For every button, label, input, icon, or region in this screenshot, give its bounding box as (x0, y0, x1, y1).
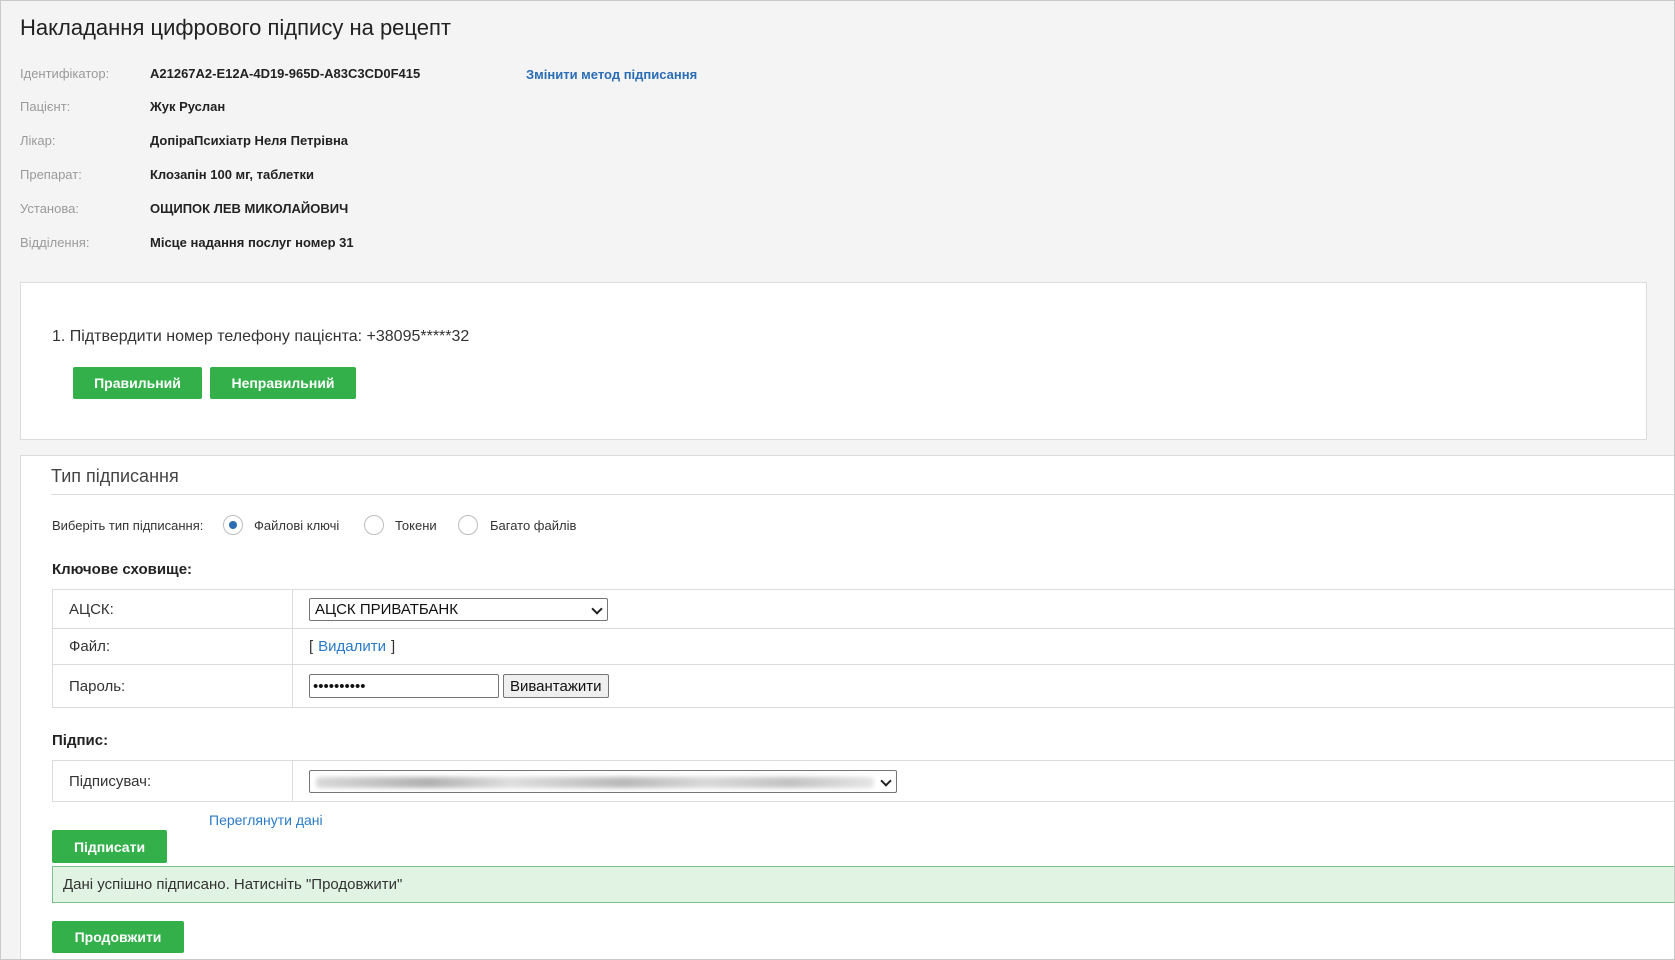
info-value: ОЩИПОК ЛЕВ МИКОЛАЙОВИЧ (150, 201, 349, 216)
info-value: Клозапін 100 мг, таблетки (150, 167, 314, 182)
radio-file-keys[interactable] (223, 515, 243, 535)
signing-page: Накладання цифрового підпису на рецепт І… (0, 0, 1675, 960)
radio-tokens[interactable] (364, 515, 384, 535)
acsk-label: АЦСК: (53, 590, 293, 628)
radio-label-multiple-files[interactable]: Багато файлів (490, 518, 576, 533)
chevron-down-icon (880, 774, 892, 787)
delete-file-link[interactable]: Видалити (318, 638, 386, 655)
phone-confirm-panel: 1. Підтвердити номер телефону пацієнта: … (20, 282, 1647, 440)
signer-cell (309, 761, 897, 801)
upload-button[interactable]: Вивантажити (503, 674, 609, 698)
acsk-select-value: АЦСК ПРИВАТБАНК (315, 600, 458, 618)
bracket-open: [ (309, 638, 314, 655)
password-label: Пароль: (53, 665, 293, 707)
info-value: Місце надання послуг номер 31 (150, 235, 354, 250)
acsk-select[interactable]: АЦСК ПРИВАТБАНК (309, 597, 608, 621)
phone-confirm-text: 1. Підтвердити номер телефону пацієнта: … (52, 328, 470, 345)
info-label: Ідентифікатор: (20, 66, 110, 81)
info-label: Пацієнт: (20, 99, 71, 114)
info-label: Препарат: (20, 167, 82, 182)
view-data-link[interactable]: Переглянути дані (209, 812, 323, 828)
table-row: Файл: [ Видалити ] (53, 629, 1674, 665)
page-title: Накладання цифрового підпису на рецепт (20, 15, 451, 40)
signing-type-title: Тип підписання (51, 466, 179, 486)
phone-incorrect-button[interactable]: Неправильний (210, 367, 356, 399)
success-message: Дані успішно підписано. Натисніть "Продо… (52, 866, 1674, 903)
signature-title: Підпис: (52, 732, 109, 749)
table-row: Пароль: Вивантажити (53, 665, 1674, 707)
file-cell: [ Видалити ] (309, 629, 395, 664)
info-value: Жук Руслан (150, 99, 226, 114)
info-label: Установа: (20, 201, 79, 216)
chevron-down-icon (591, 602, 603, 615)
radio-label-tokens[interactable]: Токени (395, 518, 437, 533)
signing-type-label: Виберіть тип підписання: (52, 518, 204, 533)
key-storage-table: АЦСК: АЦСК ПРИВАТБАНК Файл: [ Видалити ] (52, 589, 1674, 708)
radio-label-file-keys[interactable]: Файлові ключі (254, 518, 339, 533)
phone-correct-button[interactable]: Правильний (73, 367, 202, 399)
info-label: Лікар: (20, 133, 56, 148)
divider (51, 494, 1674, 495)
sign-button[interactable]: Підписати (52, 830, 167, 863)
signer-label: Підписувач: (53, 761, 293, 801)
change-signing-method-link[interactable]: Змінити метод підписання (526, 67, 697, 82)
table-row: АЦСК: АЦСК ПРИВАТБАНК (53, 590, 1674, 629)
acsk-cell: АЦСК ПРИВАТБАНК (309, 590, 608, 628)
radio-multiple-files[interactable] (458, 515, 478, 535)
info-value: ДопіраПсихіатр Неля Петрівна (150, 133, 349, 148)
password-cell: Вивантажити (309, 665, 609, 707)
file-label: Файл: (53, 629, 293, 664)
signer-select[interactable] (309, 769, 897, 793)
blurred-signer-name (316, 776, 874, 788)
bracket-close: ] (391, 638, 396, 655)
info-label: Відділення: (20, 235, 90, 250)
password-input[interactable] (309, 674, 499, 698)
signature-table: Підписувач: (52, 760, 1674, 802)
signing-type-panel: Тип підписання Виберіть тип підписання: … (20, 455, 1674, 959)
continue-button[interactable]: Продовжити (52, 921, 184, 953)
key-storage-title: Ключове сховище: (52, 561, 193, 578)
info-value: A21267A2-E12A-4D19-965D-A83C3CD0F415 (150, 66, 421, 81)
table-row: Підписувач: (53, 761, 1674, 801)
